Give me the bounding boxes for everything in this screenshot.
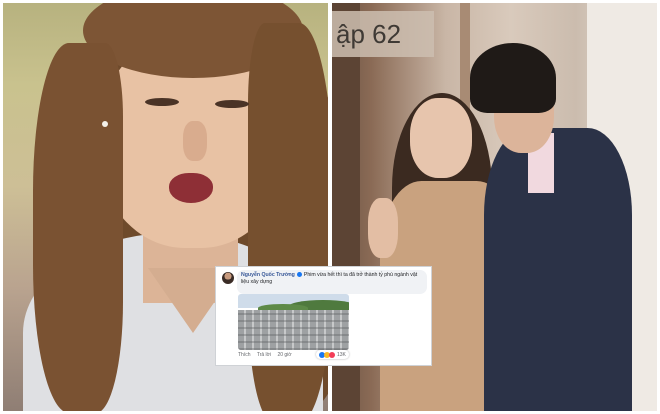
- comment-author[interactable]: Nguyễn Quốc Trường: [241, 272, 295, 278]
- left-eye: [145, 98, 179, 106]
- comment-card: Nguyễn Quốc Trường Phim vừa hết thì ta đã…: [215, 266, 432, 366]
- comment-photo[interactable]: [238, 294, 349, 350]
- episode-label: ập 62: [332, 11, 434, 57]
- comment-actions: Thích Trả lời 20 giờ: [238, 352, 297, 358]
- love-icon: [329, 351, 335, 358]
- woman-face: [410, 98, 472, 178]
- right-eye: [215, 100, 249, 108]
- comment-bubble: Nguyễn Quốc Trường Phim vừa hết thì ta đã…: [237, 270, 427, 294]
- reply-link[interactable]: Trả lời: [257, 352, 271, 358]
- like-link[interactable]: Thích: [238, 352, 251, 358]
- comment-time: 20 giờ: [277, 352, 292, 358]
- photo-block-rows: [238, 310, 349, 350]
- woman-arm: [368, 198, 398, 258]
- hair-left: [33, 43, 123, 411]
- avatar[interactable]: [222, 272, 234, 284]
- reaction-summary[interactable]: 13K: [316, 350, 349, 359]
- earring: [102, 121, 108, 127]
- mouth: [169, 173, 213, 203]
- nose: [183, 121, 207, 161]
- man-suit: [484, 128, 632, 411]
- verified-badge-icon: [296, 272, 302, 278]
- man-hair: [470, 43, 556, 113]
- reaction-count: 13K: [337, 351, 346, 358]
